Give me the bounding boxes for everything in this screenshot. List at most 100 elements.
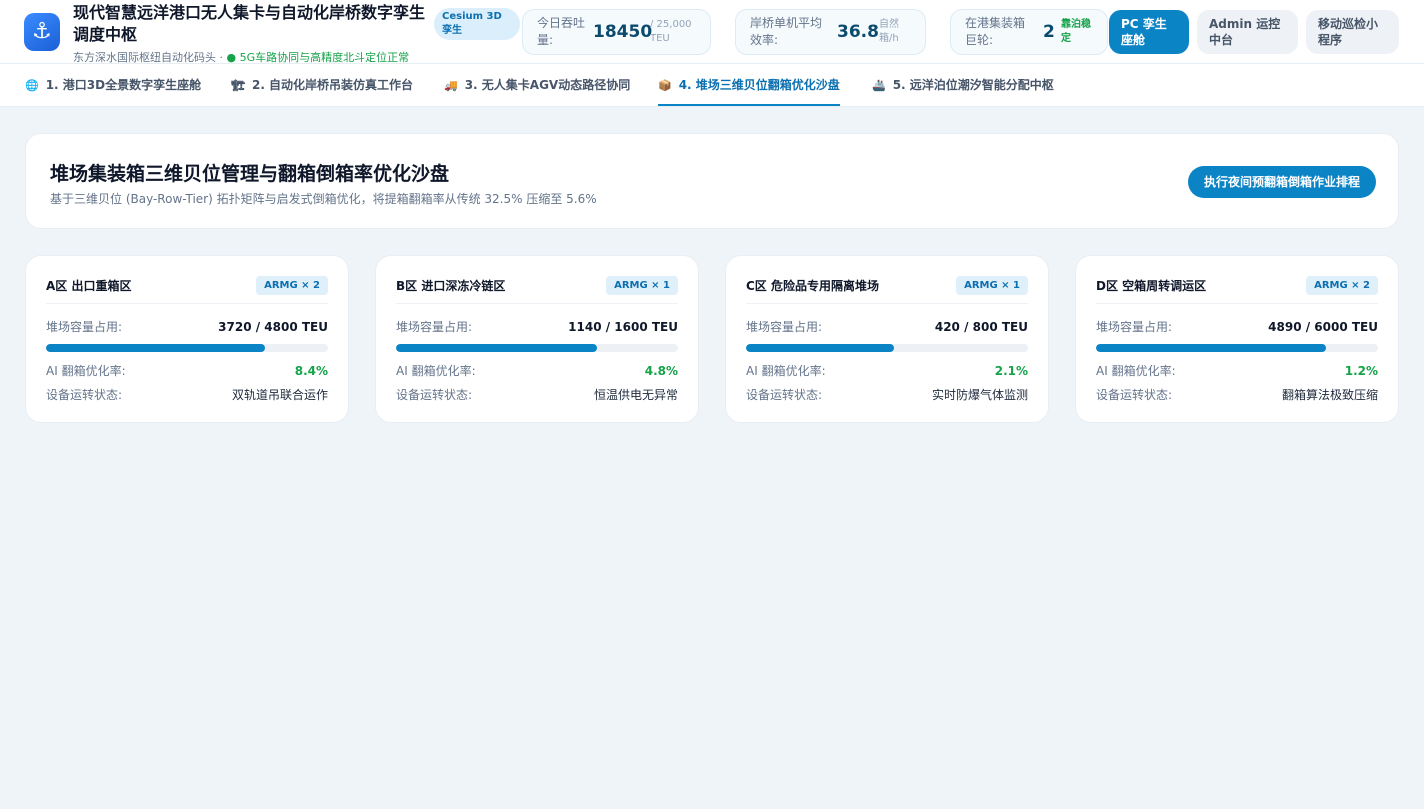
capacity-value: 3720 / 4800 TEU: [218, 320, 328, 334]
stat-unit: 靠泊稳定: [1061, 19, 1091, 44]
capacity-bar-fill: [396, 344, 597, 352]
stat-unit: 自然箱/h: [879, 19, 899, 44]
rehandle-row: AI 翻箱优化率: 1.2%: [1096, 363, 1378, 379]
yard-name: C区 危险品专用隔离堆场: [746, 279, 879, 293]
globe-icon: 🌐: [25, 79, 39, 92]
page-title: 堆场集装箱三维贝位管理与翻箱倒箱率优化沙盘: [50, 163, 450, 185]
tab-agv-routing[interactable]: 🚚 3. 无人集卡AGV动态路径协同: [444, 64, 630, 106]
yard-name: B区 进口深冻冷链区: [396, 279, 506, 293]
stat-unit: / 25,000 TEU: [650, 19, 692, 44]
anchor-icon[interactable]: ⚓: [24, 13, 60, 51]
schedule-night-rehandling-button[interactable]: 执行夜间预翻箱倒箱作业排程: [1188, 166, 1376, 198]
tab-port-overview[interactable]: 🌐 1. 港口3D全景数字孪生座舱: [25, 64, 201, 106]
rehandle-row: AI 翻箱优化率: 8.4%: [46, 363, 328, 379]
tab-yard-sandbox[interactable]: 📦 4. 堆场三维贝位翻箱优化沙盘: [658, 64, 840, 106]
crane-count-badge: ARMG × 1: [956, 276, 1028, 295]
status-label: 设备运转状态:: [46, 388, 123, 402]
status-value: 翻箱算法极致压缩: [1281, 388, 1378, 402]
crane-count-badge: ARMG × 2: [256, 276, 328, 295]
capacity-label: 堆场容量占用:: [746, 320, 823, 334]
status-label: 设备运转状态:: [746, 388, 823, 402]
tab-label: 1. 港口3D全景数字孪生座舱: [45, 78, 202, 92]
status-row: 设备运转状态: 翻箱算法极致压缩: [1096, 387, 1378, 403]
yard-card-c[interactable]: C区 危险品专用隔离堆场 ARMG × 1 堆场容量占用: 420 / 800 …: [725, 255, 1049, 423]
divider: [1096, 303, 1378, 304]
stat-vessels: 在港集装箱巨轮: 2 靠泊稳定: [950, 9, 1108, 55]
rehandle-value: 4.8%: [644, 364, 678, 378]
stat-value: 18450: [593, 22, 653, 42]
status-label: 设备运转状态:: [1096, 388, 1173, 402]
page-subtitle: 基于三维贝位 (Bay-Row-Tier) 拓扑矩阵与启发式倒箱优化，将提箱翻箱…: [50, 192, 597, 206]
crane-icon: 🏗: [231, 79, 245, 92]
pc-twin-button[interactable]: PC 孪生座舱: [1109, 10, 1189, 54]
crane-count-badge: ARMG × 2: [1306, 276, 1378, 295]
rehandle-label: AI 翻箱优化率:: [746, 364, 826, 378]
terminal-name: 东方深水国际枢纽自动化码头 ·: [73, 51, 227, 64]
stat-value: 36.8: [837, 22, 879, 42]
capacity-row: 堆场容量占用: 3720 / 4800 TEU: [46, 319, 328, 335]
tab-crane-simulation[interactable]: 🏗 2. 自动化岸桥吊装仿真工作台: [231, 64, 413, 106]
yard-card-a[interactable]: A区 出口重箱区 ARMG × 2 堆场容量占用: 3720 / 4800 TE…: [25, 255, 349, 423]
engine-badge: Cesium 3D 孪生: [434, 8, 520, 40]
stat-crane-efficiency: 岸桥单机平均效率: 36.8 自然箱/h: [735, 9, 926, 55]
divider: [746, 303, 1028, 304]
capacity-bar: [746, 344, 1028, 352]
stat-label: 在港集装箱巨轮:: [965, 16, 1026, 47]
truck-icon: 🚚: [444, 79, 458, 92]
rehandle-label: AI 翻箱优化率:: [1096, 364, 1176, 378]
status-row: 设备运转状态: 实时防爆气体监测: [746, 387, 1028, 403]
status-row: 设备运转状态: 双轨道吊联合运作: [46, 387, 328, 403]
capacity-value: 4890 / 6000 TEU: [1268, 320, 1378, 334]
mobile-inspection-button[interactable]: 移动巡检小程序: [1306, 10, 1399, 54]
capacity-row: 堆场容量占用: 420 / 800 TEU: [746, 319, 1028, 335]
rehandle-label: AI 翻箱优化率:: [46, 364, 126, 378]
tab-label: 2. 自动化岸桥吊装仿真工作台: [251, 78, 414, 92]
stat-throughput: 今日吞吐量: 18450 / 25,000 TEU: [522, 9, 711, 55]
crane-count-badge: ARMG × 1: [606, 276, 678, 295]
yard-card-b[interactable]: B区 进口深冻冷链区 ARMG × 1 堆场容量占用: 1140 / 1600 …: [375, 255, 699, 423]
app-title: 现代智慧远洋港口无人集卡与自动化岸桥数字孪生调度中枢: [73, 3, 426, 44]
divider: [396, 303, 678, 304]
tab-berth-allocation[interactable]: 🚢 5. 远洋泊位潮汐智能分配中枢: [872, 64, 1054, 106]
capacity-bar-fill: [746, 344, 895, 352]
rehandle-label: AI 翻箱优化率:: [396, 364, 476, 378]
tab-label: 3. 无人集卡AGV动态路径协同: [464, 78, 631, 92]
stat-value: 2: [1043, 22, 1055, 42]
capacity-bar: [1096, 344, 1378, 352]
rehandle-row: AI 翻箱优化率: 4.8%: [396, 363, 678, 379]
capacity-value: 1140 / 1600 TEU: [568, 320, 678, 334]
divider: [46, 303, 328, 304]
ship-icon: 🚢: [872, 79, 886, 92]
capacity-bar-fill: [1096, 344, 1326, 352]
yard-name: D区 空箱周转调运区: [1096, 279, 1207, 293]
box-icon: 📦: [658, 79, 672, 92]
yard-sandbox-header: 堆场集装箱三维贝位管理与翻箱倒箱率优化沙盘 基于三维贝位 (Bay-Row-Ti…: [25, 133, 1399, 229]
top-bar: ⚓ 现代智慧远洋港口无人集卡与自动化岸桥数字孪生调度中枢 东方深水国际枢纽自动化…: [0, 0, 1424, 64]
capacity-label: 堆场容量占用:: [1096, 320, 1173, 334]
tab-label: 5. 远洋泊位潮汐智能分配中枢: [892, 78, 1054, 92]
rehandle-value: 8.4%: [294, 364, 328, 378]
capacity-row: 堆场容量占用: 1140 / 1600 TEU: [396, 319, 678, 335]
status-label: 设备运转状态:: [396, 388, 473, 402]
rehandle-row: AI 翻箱优化率: 2.1%: [746, 363, 1028, 379]
tab-label: 4. 堆场三维贝位翻箱优化沙盘: [678, 78, 840, 92]
network-status: ● 5G车路协同与高精度北斗定位正常: [226, 51, 410, 64]
yard-name: A区 出口重箱区: [46, 279, 132, 293]
stat-label: 今日吞吐量:: [537, 16, 586, 47]
status-value: 实时防爆气体监测: [931, 388, 1028, 402]
capacity-bar: [46, 344, 328, 352]
capacity-row: 堆场容量占用: 4890 / 6000 TEU: [1096, 319, 1378, 335]
rehandle-value: 2.1%: [994, 364, 1028, 378]
stat-label: 岸桥单机平均效率:: [750, 16, 823, 47]
capacity-bar-fill: [46, 344, 265, 352]
app-subtitle: 东方深水国际枢纽自动化码头 · ● 5G车路协同与高精度北斗定位正常: [73, 49, 433, 65]
rehandle-value: 1.2%: [1344, 364, 1378, 378]
admin-console-button[interactable]: Admin 运控中台: [1197, 10, 1298, 54]
capacity-value: 420 / 800 TEU: [934, 320, 1028, 334]
yard-card-d[interactable]: D区 空箱周转调运区 ARMG × 2 堆场容量占用: 4890 / 6000 …: [1075, 255, 1399, 423]
tab-bar: 🌐 1. 港口3D全景数字孪生座舱 🏗 2. 自动化岸桥吊装仿真工作台 🚚 3. 无人…: [0, 64, 1424, 107]
capacity-bar: [396, 344, 678, 352]
status-row: 设备运转状态: 恒温供电无异常: [396, 387, 678, 403]
status-value: 恒温供电无异常: [593, 388, 678, 402]
capacity-label: 堆场容量占用:: [396, 320, 473, 334]
